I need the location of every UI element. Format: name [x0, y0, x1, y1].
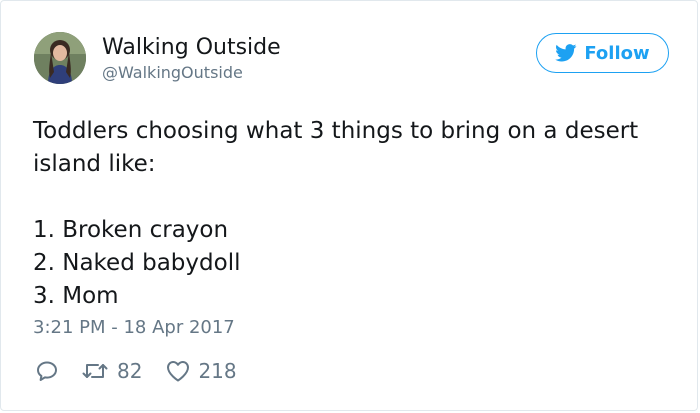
retweet-button[interactable]: 82 [81, 359, 142, 383]
retweet-count: 82 [117, 359, 143, 383]
twitter-bird-icon [555, 44, 577, 62]
profile-photo-icon [34, 32, 86, 84]
heart-icon [167, 361, 190, 382]
display-name[interactable]: Walking Outside [102, 35, 281, 60]
tweet-actions: 82 218 [35, 358, 237, 384]
tweet-card: Walking Outside @WalkingOutside Follow T… [0, 0, 698, 411]
avatar[interactable] [34, 32, 86, 84]
follow-button-label: Follow [584, 42, 650, 64]
tweet-timestamp[interactable]: 3:21 PM - 18 Apr 2017 [33, 317, 235, 338]
retweet-icon [82, 364, 108, 378]
reply-button[interactable] [35, 359, 59, 383]
follow-button[interactable]: Follow [536, 33, 669, 73]
like-button[interactable]: 218 [166, 359, 237, 383]
reply-icon [37, 361, 57, 381]
like-count: 218 [198, 359, 237, 383]
tweet-text: Toddlers choosing what 3 things to bring… [33, 118, 639, 309]
user-handle[interactable]: @WalkingOutside [102, 63, 243, 82]
